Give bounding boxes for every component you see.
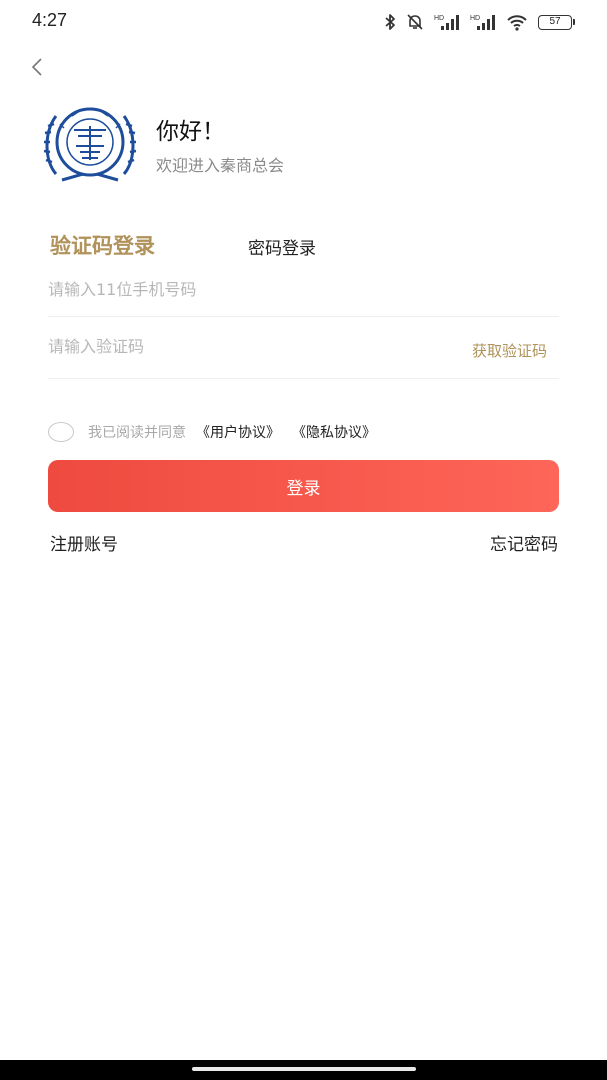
phone-input[interactable] <box>48 280 428 299</box>
agreement-text: 我已阅读并同意 <box>88 425 186 441</box>
greeting-subtitle: 欢迎进入秦商总会 <box>156 156 285 175</box>
verification-code-input[interactable] <box>48 337 428 356</box>
greeting-title: 你好！ <box>156 119 225 145</box>
code-input-row: 获取验证码 <box>48 325 559 379</box>
status-bar: 4:27 HD HD 57 <box>0 0 607 44</box>
privacy-agreement-link[interactable]: 《隐私协议》 <box>292 422 376 442</box>
agreement-row: 我已阅读并同意 《用户协议》 《隐私协议》 <box>48 420 388 444</box>
get-code-button[interactable]: 获取验证码 <box>472 340 547 361</box>
phone-input-row <box>48 268 559 317</box>
tab-sms-login[interactable]: 验证码登录 <box>50 230 155 260</box>
svg-text:HD: HD <box>470 15 480 22</box>
user-agreement-link[interactable]: 《用户协议》 <box>196 422 280 442</box>
register-link[interactable]: 注册账号 <box>50 530 118 555</box>
forgot-password-link[interactable]: 忘记密码 <box>490 530 558 555</box>
wifi-icon <box>507 15 527 31</box>
battery-icon: 57 <box>538 14 575 30</box>
back-button[interactable] <box>24 54 50 80</box>
login-button[interactable]: 登录 <box>48 460 559 512</box>
svg-text:HD: HD <box>434 15 444 22</box>
agree-checkbox[interactable] <box>48 422 74 442</box>
logo-emblem <box>43 107 137 182</box>
signal-icon: HD <box>434 15 459 30</box>
chevron-left-icon <box>31 58 42 76</box>
status-icons: HD HD 57 <box>384 12 575 32</box>
bell-off-icon <box>407 14 423 30</box>
home-indicator[interactable] <box>192 1067 416 1071</box>
battery-level: 57 <box>538 14 572 30</box>
tab-password-login[interactable]: 密码登录 <box>248 234 316 259</box>
navigation-bar <box>0 1060 607 1080</box>
bluetooth-icon <box>385 14 395 30</box>
signal-icon: HD <box>470 15 495 30</box>
battery-cap <box>573 19 575 25</box>
status-time: 4:27 <box>32 10 68 30</box>
